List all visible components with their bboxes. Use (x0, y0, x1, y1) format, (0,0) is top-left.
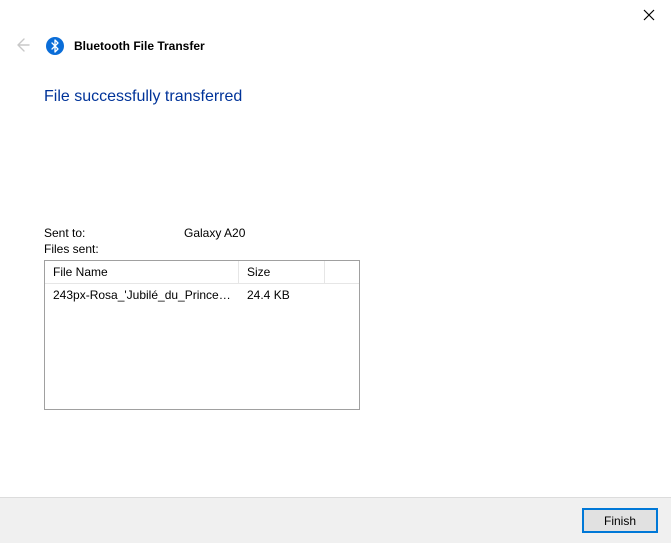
sent-to-label: Sent to: (44, 226, 184, 240)
back-arrow-icon (14, 37, 30, 56)
status-heading: File successfully transferred (44, 88, 627, 106)
window-title: Bluetooth File Transfer (74, 39, 205, 53)
files-sent-label: Files sent: (44, 242, 184, 256)
column-header-spacer (325, 261, 359, 283)
close-button[interactable] (641, 8, 657, 24)
column-header-filename[interactable]: File Name (45, 261, 239, 283)
finish-button[interactable]: Finish (583, 509, 657, 532)
table-header: File Name Size (45, 261, 359, 284)
bluetooth-transfer-window: Bluetooth File Transfer File successfull… (0, 0, 671, 543)
files-sent-row: Files sent: (44, 242, 627, 256)
sent-to-row: Sent to: Galaxy A20 (44, 226, 627, 240)
header: Bluetooth File Transfer (0, 0, 671, 60)
bluetooth-icon (46, 37, 64, 55)
table-row[interactable]: 243px-Rosa_'Jubilé_du_Prince_de_... 24.4… (45, 284, 359, 306)
sent-to-value: Galaxy A20 (184, 226, 245, 240)
back-button (12, 36, 32, 56)
content-area: File successfully transferred Sent to: G… (0, 60, 671, 497)
files-table: File Name Size 243px-Rosa_'Jubilé_du_Pri… (44, 260, 360, 410)
close-icon (643, 9, 655, 24)
cell-filename: 243px-Rosa_'Jubilé_du_Prince_de_... (45, 286, 239, 304)
cell-size: 24.4 KB (239, 286, 325, 304)
footer: Finish (0, 497, 671, 543)
column-header-size[interactable]: Size (239, 261, 325, 283)
